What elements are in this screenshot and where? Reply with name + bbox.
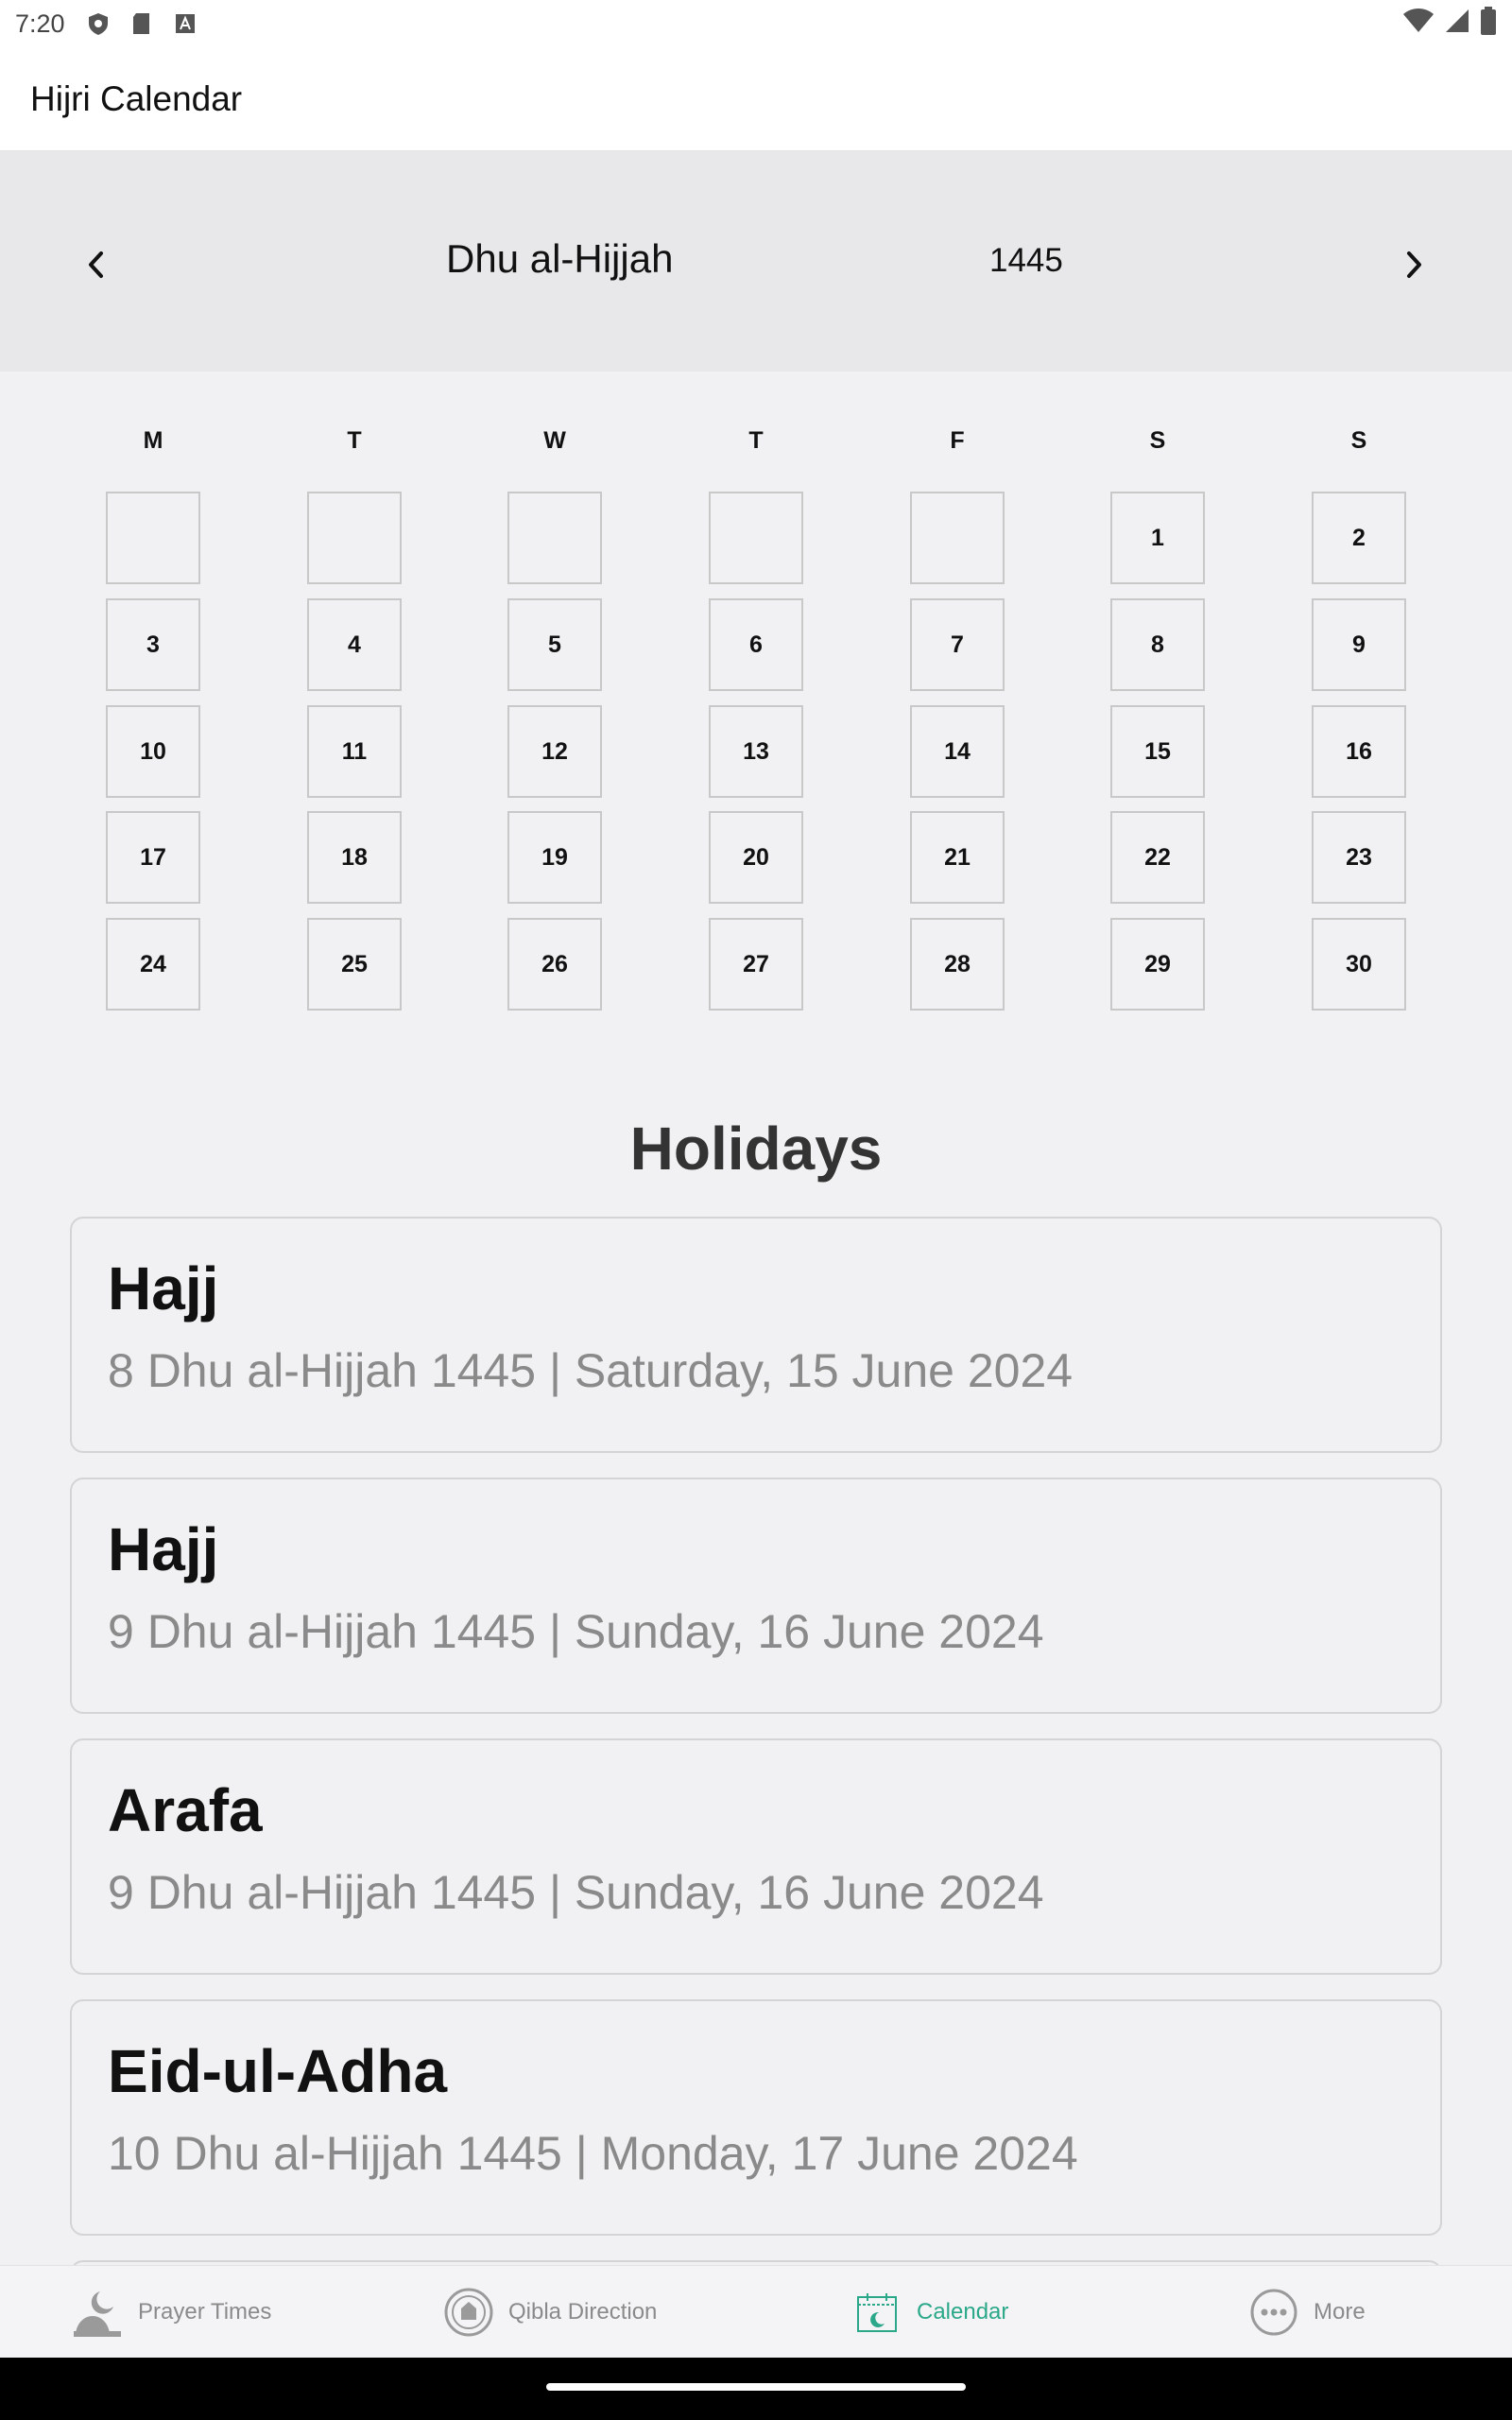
day-cell[interactable]: 20 — [709, 811, 803, 904]
day-cell[interactable]: 28 — [910, 918, 1005, 1011]
day-cell-empty — [307, 492, 402, 584]
weekday-label: T — [347, 427, 362, 454]
weekday-label: S — [1149, 427, 1166, 454]
next-month-button[interactable] — [1385, 231, 1442, 299]
previous-month-button[interactable] — [68, 231, 125, 299]
chevron-left-icon — [89, 251, 103, 278]
day-cell-empty — [106, 492, 200, 584]
nav-prayer-times[interactable]: Prayer Times — [72, 2266, 271, 2359]
day-cell-empty — [709, 492, 803, 584]
month-name[interactable]: Dhu al-Hijjah — [446, 236, 673, 282]
weekday-label: F — [950, 427, 965, 454]
nav-label: Qibla Direction — [508, 2299, 658, 2325]
day-cell[interactable]: 15 — [1110, 705, 1205, 798]
holiday-card[interactable]: Hajj 9 Dhu al-Hijjah 1445 | Sunday, 16 J… — [70, 1478, 1442, 1714]
day-cell[interactable]: 14 — [910, 705, 1005, 798]
sd-card-icon — [129, 11, 154, 36]
day-cell[interactable]: 7 — [910, 598, 1005, 691]
day-cell[interactable]: 8 — [1110, 598, 1205, 691]
day-cell[interactable]: 29 — [1110, 918, 1205, 1011]
day-cell[interactable]: 21 — [910, 811, 1005, 904]
holiday-card[interactable]: Arafa 9 Dhu al-Hijjah 1445 | Sunday, 16 … — [70, 1738, 1442, 1975]
holiday-card[interactable]: Hajj 8 Dhu al-Hijjah 1445 | Saturday, 15… — [70, 1217, 1442, 1453]
nav-label: Calendar — [917, 2299, 1009, 2325]
holiday-name: Eid-ul-Adha — [108, 2037, 448, 2105]
day-cell[interactable]: 17 — [106, 811, 200, 904]
weekday-label: W — [543, 427, 566, 454]
day-cell[interactable]: 3 — [106, 598, 200, 691]
holiday-name: Hajj — [108, 1515, 219, 1583]
day-cell-empty — [910, 492, 1005, 584]
wifi-icon — [1402, 8, 1435, 41]
day-cell[interactable]: 10 — [106, 705, 200, 798]
day-cell[interactable]: 1 — [1110, 492, 1205, 584]
holidays-title: Holidays — [629, 1115, 883, 1183]
day-cell[interactable]: 9 — [1312, 598, 1406, 691]
day-cell[interactable]: 30 — [1312, 918, 1406, 1011]
day-cell[interactable]: 11 — [307, 705, 402, 798]
holiday-date: 9 Dhu al-Hijjah 1445 | Sunday, 16 June 2… — [108, 1605, 1044, 1658]
year-name[interactable]: 1445 — [989, 242, 1063, 280]
holiday-date: 8 Dhu al-Hijjah 1445 | Saturday, 15 June… — [108, 1344, 1074, 1397]
day-cell-empty — [507, 492, 602, 584]
status-bar: 7:20 — [0, 0, 1512, 47]
day-cell[interactable]: 23 — [1312, 811, 1406, 904]
day-cell[interactable]: 4 — [307, 598, 402, 691]
day-cell[interactable]: 25 — [307, 918, 402, 1011]
weekday-label: S — [1350, 427, 1367, 454]
calendar-icon — [850, 2286, 903, 2339]
day-cell[interactable]: 18 — [307, 811, 402, 904]
day-cell[interactable]: 27 — [709, 918, 803, 1011]
day-cell[interactable]: 16 — [1312, 705, 1406, 798]
home-gesture-handle[interactable] — [546, 2383, 966, 2391]
day-cell[interactable]: 26 — [507, 918, 602, 1011]
page-title: Hijri Calendar — [30, 78, 243, 118]
nav-label: Prayer Times — [138, 2299, 272, 2325]
day-cell[interactable]: 2 — [1312, 492, 1406, 584]
day-cell[interactable]: 5 — [507, 598, 602, 691]
holiday-date: 9 Dhu al-Hijjah 1445 | Sunday, 16 June 2… — [108, 1866, 1044, 1919]
day-cell[interactable]: 19 — [507, 811, 602, 904]
holiday-name: Hajj — [108, 1254, 219, 1322]
day-cell[interactable]: 24 — [106, 918, 200, 1011]
more-dots-icon — [1247, 2286, 1300, 2339]
holiday-date: 10 Dhu al-Hijjah 1445 | Monday, 17 June … — [108, 2127, 1078, 2180]
holiday-name: Arafa — [108, 1776, 263, 1844]
compass-icon — [442, 2286, 495, 2339]
weekday-header: M T W T F S S — [0, 427, 1512, 465]
chevron-right-icon — [1407, 251, 1421, 278]
nav-label: More — [1314, 2299, 1366, 2325]
month-header — [0, 151, 1512, 372]
text-a-icon — [173, 11, 198, 36]
holiday-card[interactable]: Eid-ul-Adha 10 Dhu al-Hijjah 1445 | Mond… — [70, 1999, 1442, 2236]
signal-icon — [1444, 8, 1470, 41]
nav-qibla-direction[interactable]: Qibla Direction — [442, 2266, 657, 2359]
status-time: 7:20 — [15, 9, 65, 38]
day-cell[interactable]: 13 — [709, 705, 803, 798]
battery-icon — [1480, 6, 1497, 42]
bottom-navigation: Prayer Times Qibla Direction Calendar Mo… — [0, 2265, 1512, 2358]
day-cell[interactable]: 6 — [709, 598, 803, 691]
weekday-label: M — [143, 427, 163, 454]
mosque-moon-icon — [72, 2286, 125, 2339]
app-bar: Hijri Calendar — [0, 47, 1512, 151]
weekday-label: T — [748, 427, 764, 454]
nav-calendar[interactable]: Calendar — [850, 2266, 1008, 2359]
day-cell[interactable]: 12 — [507, 705, 602, 798]
shield-icon — [86, 11, 111, 36]
nav-more[interactable]: More — [1247, 2266, 1366, 2359]
day-cell[interactable]: 22 — [1110, 811, 1205, 904]
